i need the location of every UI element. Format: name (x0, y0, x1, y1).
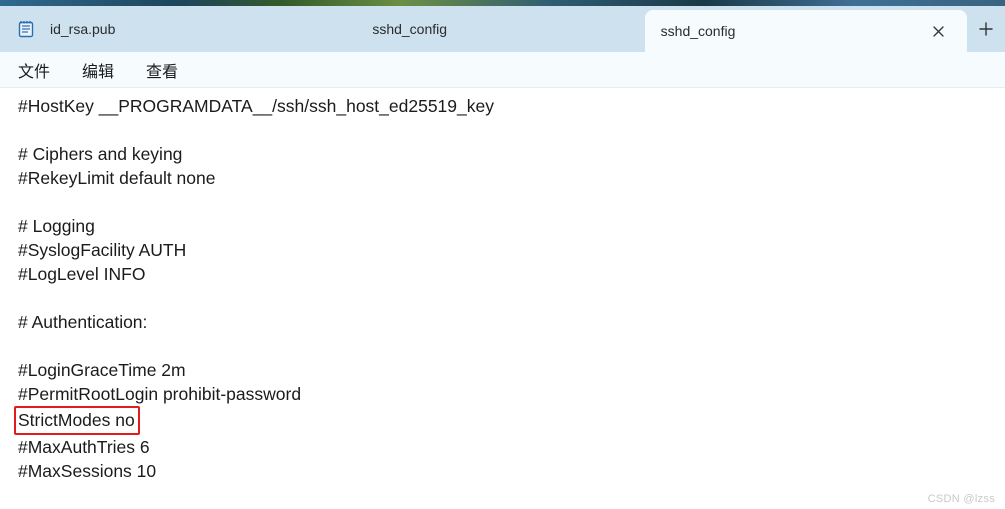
editor-line: # Authentication: (18, 310, 987, 334)
tab-sshd-config-1[interactable]: sshd_config (322, 6, 644, 52)
editor-line: #MaxAuthTries 6 (18, 435, 987, 459)
editor-line (18, 118, 987, 142)
editor-content[interactable]: #HostKey __PROGRAMDATA__/ssh/ssh_host_ed… (0, 88, 1005, 509)
editor-line: #HostKey __PROGRAMDATA__/ssh/ssh_host_ed… (18, 94, 987, 118)
editor-line: #LoginGraceTime 2m (18, 358, 987, 382)
tab-bar: id_rsa.pub sshd_config sshd_config (0, 6, 1005, 52)
editor-line (18, 334, 987, 358)
plus-icon (979, 22, 993, 36)
editor-line (18, 286, 987, 310)
new-tab-button[interactable] (967, 6, 1005, 52)
editor-line: StrictModes no (18, 406, 987, 435)
editor-line: # Ciphers and keying (18, 142, 987, 166)
editor-line: #LogLevel INFO (18, 262, 987, 286)
editor-line: #RekeyLimit default none (18, 166, 987, 190)
menu-view[interactable]: 查看 (144, 54, 180, 86)
tab-label: sshd_config (372, 21, 447, 37)
menu-file[interactable]: 文件 (16, 54, 52, 86)
editor-line: #PermitRootLogin prohibit-password (18, 382, 987, 406)
tab-label: sshd_config (661, 23, 736, 39)
tab-icon-empty (338, 19, 358, 39)
highlighted-text: StrictModes no (14, 406, 140, 435)
editor-line: #SyslogFacility AUTH (18, 238, 987, 262)
editor-line: # Logging (18, 214, 987, 238)
tab-sshd-config-2-active[interactable]: sshd_config (645, 10, 967, 52)
editor-line (18, 190, 987, 214)
close-icon[interactable] (928, 20, 950, 42)
editor-line: #MaxSessions 10 (18, 459, 987, 483)
tab-label: id_rsa.pub (50, 21, 115, 37)
menu-edit[interactable]: 编辑 (80, 54, 116, 86)
notepad-icon (16, 19, 36, 39)
menu-bar: 文件 编辑 查看 (0, 52, 1005, 88)
tab-id-rsa-pub[interactable]: id_rsa.pub (0, 6, 322, 52)
watermark: CSDN @lzss (928, 493, 995, 505)
